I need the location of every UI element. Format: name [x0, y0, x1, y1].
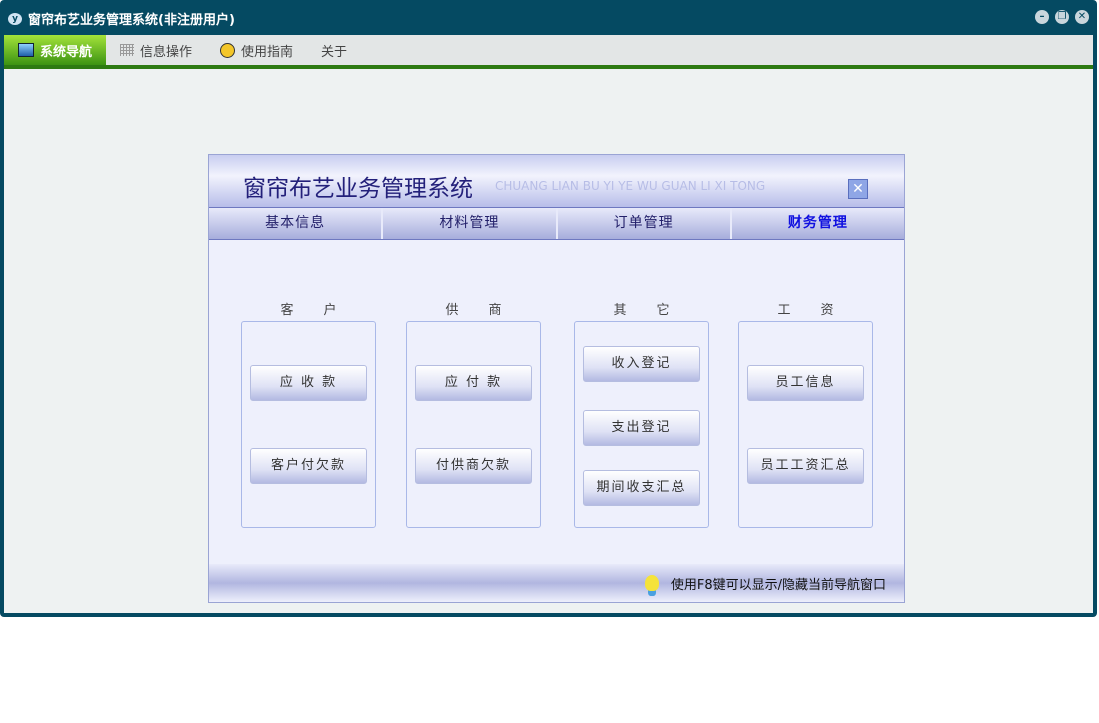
group-label: 其它 [613, 303, 700, 318]
restore-button[interactable]: ❐ [1055, 10, 1069, 24]
group-supplier: 供商 应 付 款 付供商欠款 [406, 299, 541, 528]
close-button[interactable]: ✕ [1075, 10, 1089, 24]
panel-subtitle: CHUANG LIAN BU YI YE WU GUAN LI XI TONG [495, 179, 766, 193]
customer-debt-button[interactable]: 客户付欠款 [250, 448, 367, 484]
tab-finance[interactable]: 财务管理 [732, 208, 904, 239]
menu-guide[interactable]: 使用指南 [206, 35, 307, 65]
menu-label: 系统导航 [40, 44, 93, 60]
group-other: 其它 收入登记 支出登记 期间收支汇总 [574, 299, 709, 528]
app-logo-icon: y [8, 12, 22, 25]
panel-title: 窗帘布艺业务管理系统 [243, 176, 473, 202]
help-icon [220, 42, 236, 58]
receivables-button[interactable]: 应 收 款 [250, 365, 367, 401]
lightbulb-icon [644, 575, 659, 591]
menu-about[interactable]: 关于 [307, 35, 361, 65]
group-salary: 工资 员工信息 员工工资汇总 [738, 299, 873, 528]
tab-basic-info[interactable]: 基本信息 [209, 208, 384, 239]
tab-orders[interactable]: 订单管理 [558, 208, 732, 239]
minimize-button[interactable]: – [1035, 10, 1049, 24]
menu-system-nav[interactable]: 系统导航 [4, 35, 107, 65]
period-summary-button[interactable]: 期间收支汇总 [583, 470, 700, 506]
menu-bar: 系统导航 信息操作 使用指南 关于 [4, 35, 1093, 69]
window-title: 窗帘布艺业务管理系统(非注册用户) [28, 13, 235, 28]
menu-label: 信息操作 [140, 44, 193, 60]
payables-button[interactable]: 应 付 款 [415, 365, 532, 401]
group-label: 客户 [280, 303, 367, 318]
monitor-icon [18, 43, 34, 57]
panel-footer: 使用F8键可以显示/隐藏当前导航窗口 [209, 564, 904, 602]
menu-label: 使用指南 [241, 44, 294, 60]
supplier-debt-button[interactable]: 付供商欠款 [415, 448, 532, 484]
grid-icon [120, 44, 135, 56]
navigation-panel: 窗帘布艺业务管理系统 CHUANG LIAN BU YI YE WU GUAN L… [208, 154, 905, 603]
group-label: 工资 [777, 303, 864, 318]
title-bar: y 窗帘布艺业务管理系统(非注册用户) [8, 9, 235, 28]
expense-button[interactable]: 支出登记 [583, 410, 700, 446]
group-customer: 客户 应 收 款 客户付欠款 [241, 299, 376, 528]
menu-info-ops[interactable]: 信息操作 [106, 35, 206, 65]
footer-hint: 使用F8键可以显示/隐藏当前导航窗口 [670, 577, 886, 593]
employee-info-button[interactable]: 员工信息 [747, 365, 864, 401]
tab-materials[interactable]: 材料管理 [383, 208, 558, 239]
income-button[interactable]: 收入登记 [583, 346, 700, 382]
panel-close-button[interactable]: ✕ [848, 179, 868, 199]
group-label: 供商 [445, 303, 532, 318]
salary-summary-button[interactable]: 员工工资汇总 [747, 448, 864, 484]
menu-label: 关于 [321, 44, 348, 60]
